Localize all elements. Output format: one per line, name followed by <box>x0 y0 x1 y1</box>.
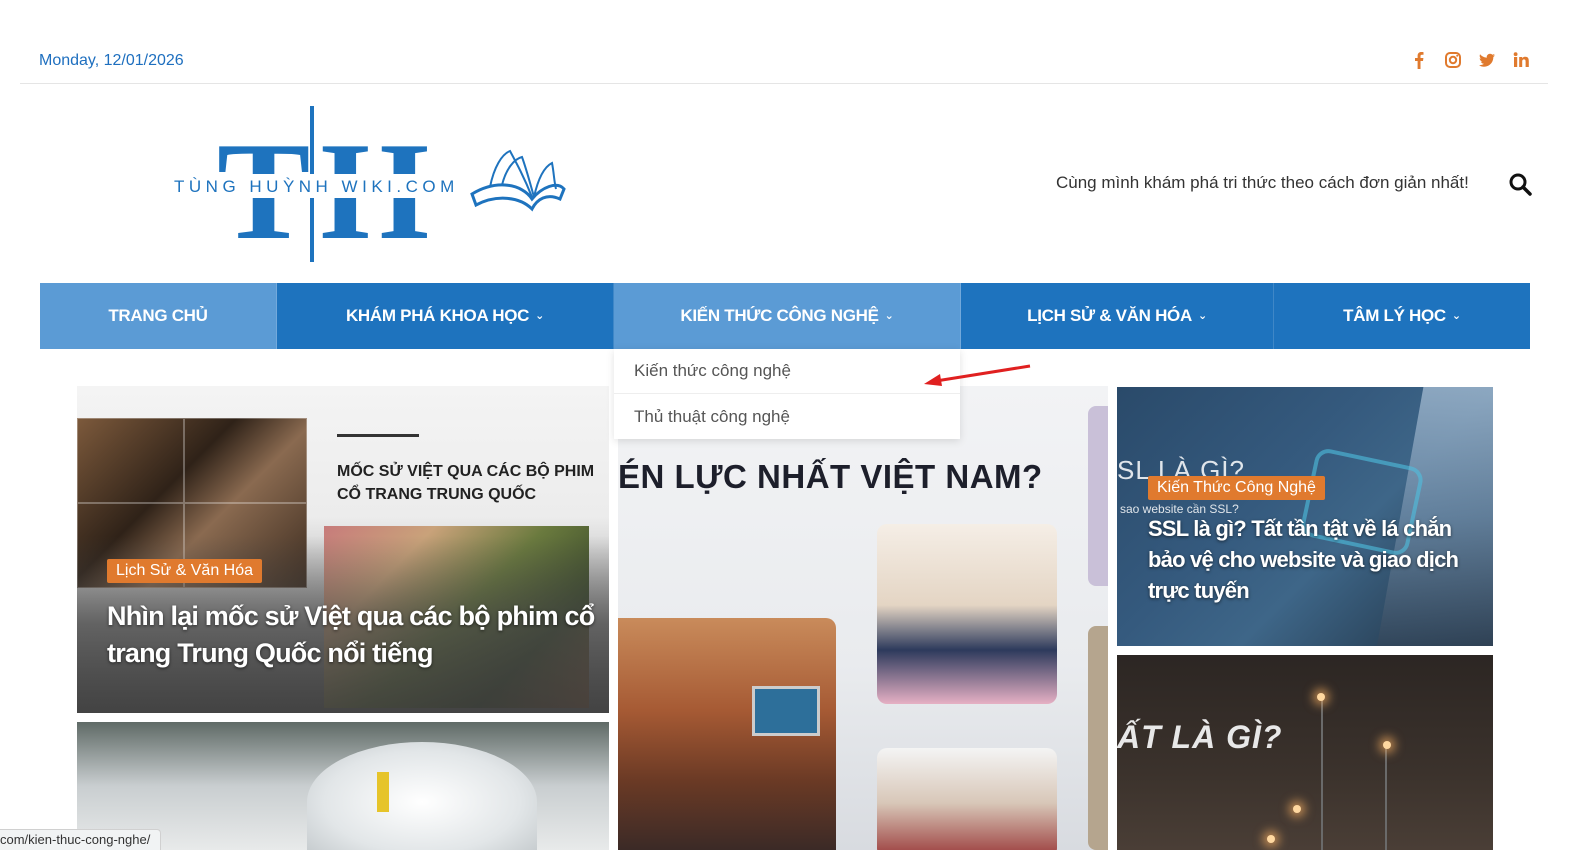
chevron-down-icon: ⌄ <box>1451 309 1461 322</box>
social-links <box>1410 50 1530 70</box>
nav-item-science[interactable]: KHÁM PHÁ KHOA HỌC ⌄ <box>277 283 614 349</box>
post-thumbnail <box>307 742 537 850</box>
nav-item-home[interactable]: TRANG CHỦ <box>40 283 277 349</box>
annotation-arrow <box>924 364 1031 386</box>
nav-item-label: KHÁM PHÁ KHOA HỌC <box>345 306 530 325</box>
featured-post-history[interactable]: MỐC SỬ VIỆT QUA CÁC BỘ PHIM CỔ TRANG TRU… <box>77 386 609 713</box>
search-icon[interactable] <box>1508 172 1532 196</box>
nav-item-psychology[interactable]: TÂM LÝ HỌC ⌄ <box>1274 283 1530 349</box>
nav-item-label: TÂM LÝ HỌC <box>1343 306 1446 325</box>
facebook-icon[interactable] <box>1410 50 1428 70</box>
category-badge[interactable]: Kiến Thức Công Nghệ <box>1148 476 1325 500</box>
post-title[interactable]: Nhìn lại mốc sử Việt qua các bộ phim cổ … <box>107 598 597 672</box>
top-bar: Monday, 12/01/2026 <box>20 44 1548 84</box>
book-icon <box>470 149 566 212</box>
nav-item-label: TRANG CHỦ <box>108 306 208 325</box>
post-card-ssl[interactable]: SL LÀ GÌ? sao website cần SSL? Kiến Thức… <box>1117 387 1493 646</box>
nav-item-label: KIẾN THỨC CÔNG NGHỆ <box>680 306 879 325</box>
dropdown-item-tech-knowledge[interactable]: Kiến thức công nghệ <box>614 349 960 394</box>
category-badge[interactable]: Lịch Sử & Văn Hóa <box>107 559 263 583</box>
logo-text: TÙNG HUỲNH WIKI.COM <box>174 177 459 196</box>
site-tagline: Cùng mình khám phá tri thức theo cách đơ… <box>1056 173 1469 192</box>
featured-post-politics[interactable]: ÉN LỰC NHẤT VIỆT NAM? <box>618 386 1108 850</box>
technology-dropdown: Kiến thức công nghệ Thủ thuật công nghệ <box>614 349 960 439</box>
chevron-down-icon: ⌄ <box>535 309 545 322</box>
linkedin-icon[interactable] <box>1512 50 1530 70</box>
thumbnail-heading: MỐC SỬ VIỆT QUA CÁC BỘ PHIM CỔ TRANG TRU… <box>337 463 595 503</box>
post-title[interactable]: SSL là gì? Tất tần tật về lá chắn bảo vệ… <box>1148 513 1468 606</box>
chevron-down-icon: ⌄ <box>884 309 894 322</box>
thumbnail-heading: ÉN LỰC NHẤT VIỆT NAM? <box>618 458 1043 495</box>
nav-item-technology[interactable]: KIẾN THỨC CÔNG NGHỆ ⌄ <box>614 283 961 349</box>
post-thumbnail-portrait <box>877 524 1057 704</box>
instagram-icon[interactable] <box>1444 50 1462 70</box>
nav-item-label: LỊCH SỬ & VĂN HÓA <box>1027 306 1192 325</box>
thumbnail-heading: ẤT LÀ GÌ? <box>1117 719 1283 755</box>
chevron-down-icon: ⌄ <box>1197 309 1207 322</box>
twitter-icon[interactable] <box>1478 50 1496 70</box>
nav-item-history-culture[interactable]: LỊCH SỬ & VĂN HÓA ⌄ <box>961 283 1274 349</box>
site-logo[interactable]: TH TÙNG HUỲNH WIKI.COM <box>172 104 572 269</box>
post-thumbnail-portrait-2 <box>877 748 1057 850</box>
post-card-night[interactable]: ẤT LÀ GÌ? <box>1117 655 1493 850</box>
dropdown-item-tech-tips[interactable]: Thủ thuật công nghệ <box>614 394 960 439</box>
main-nav: TRANG CHỦ KHÁM PHÁ KHOA HỌC ⌄ KIẾN THỨC C… <box>40 283 1530 349</box>
browser-status-bar: com/kien-thuc-cong-nghe/ <box>0 829 162 850</box>
current-date: Monday, 12/01/2026 <box>39 52 184 69</box>
